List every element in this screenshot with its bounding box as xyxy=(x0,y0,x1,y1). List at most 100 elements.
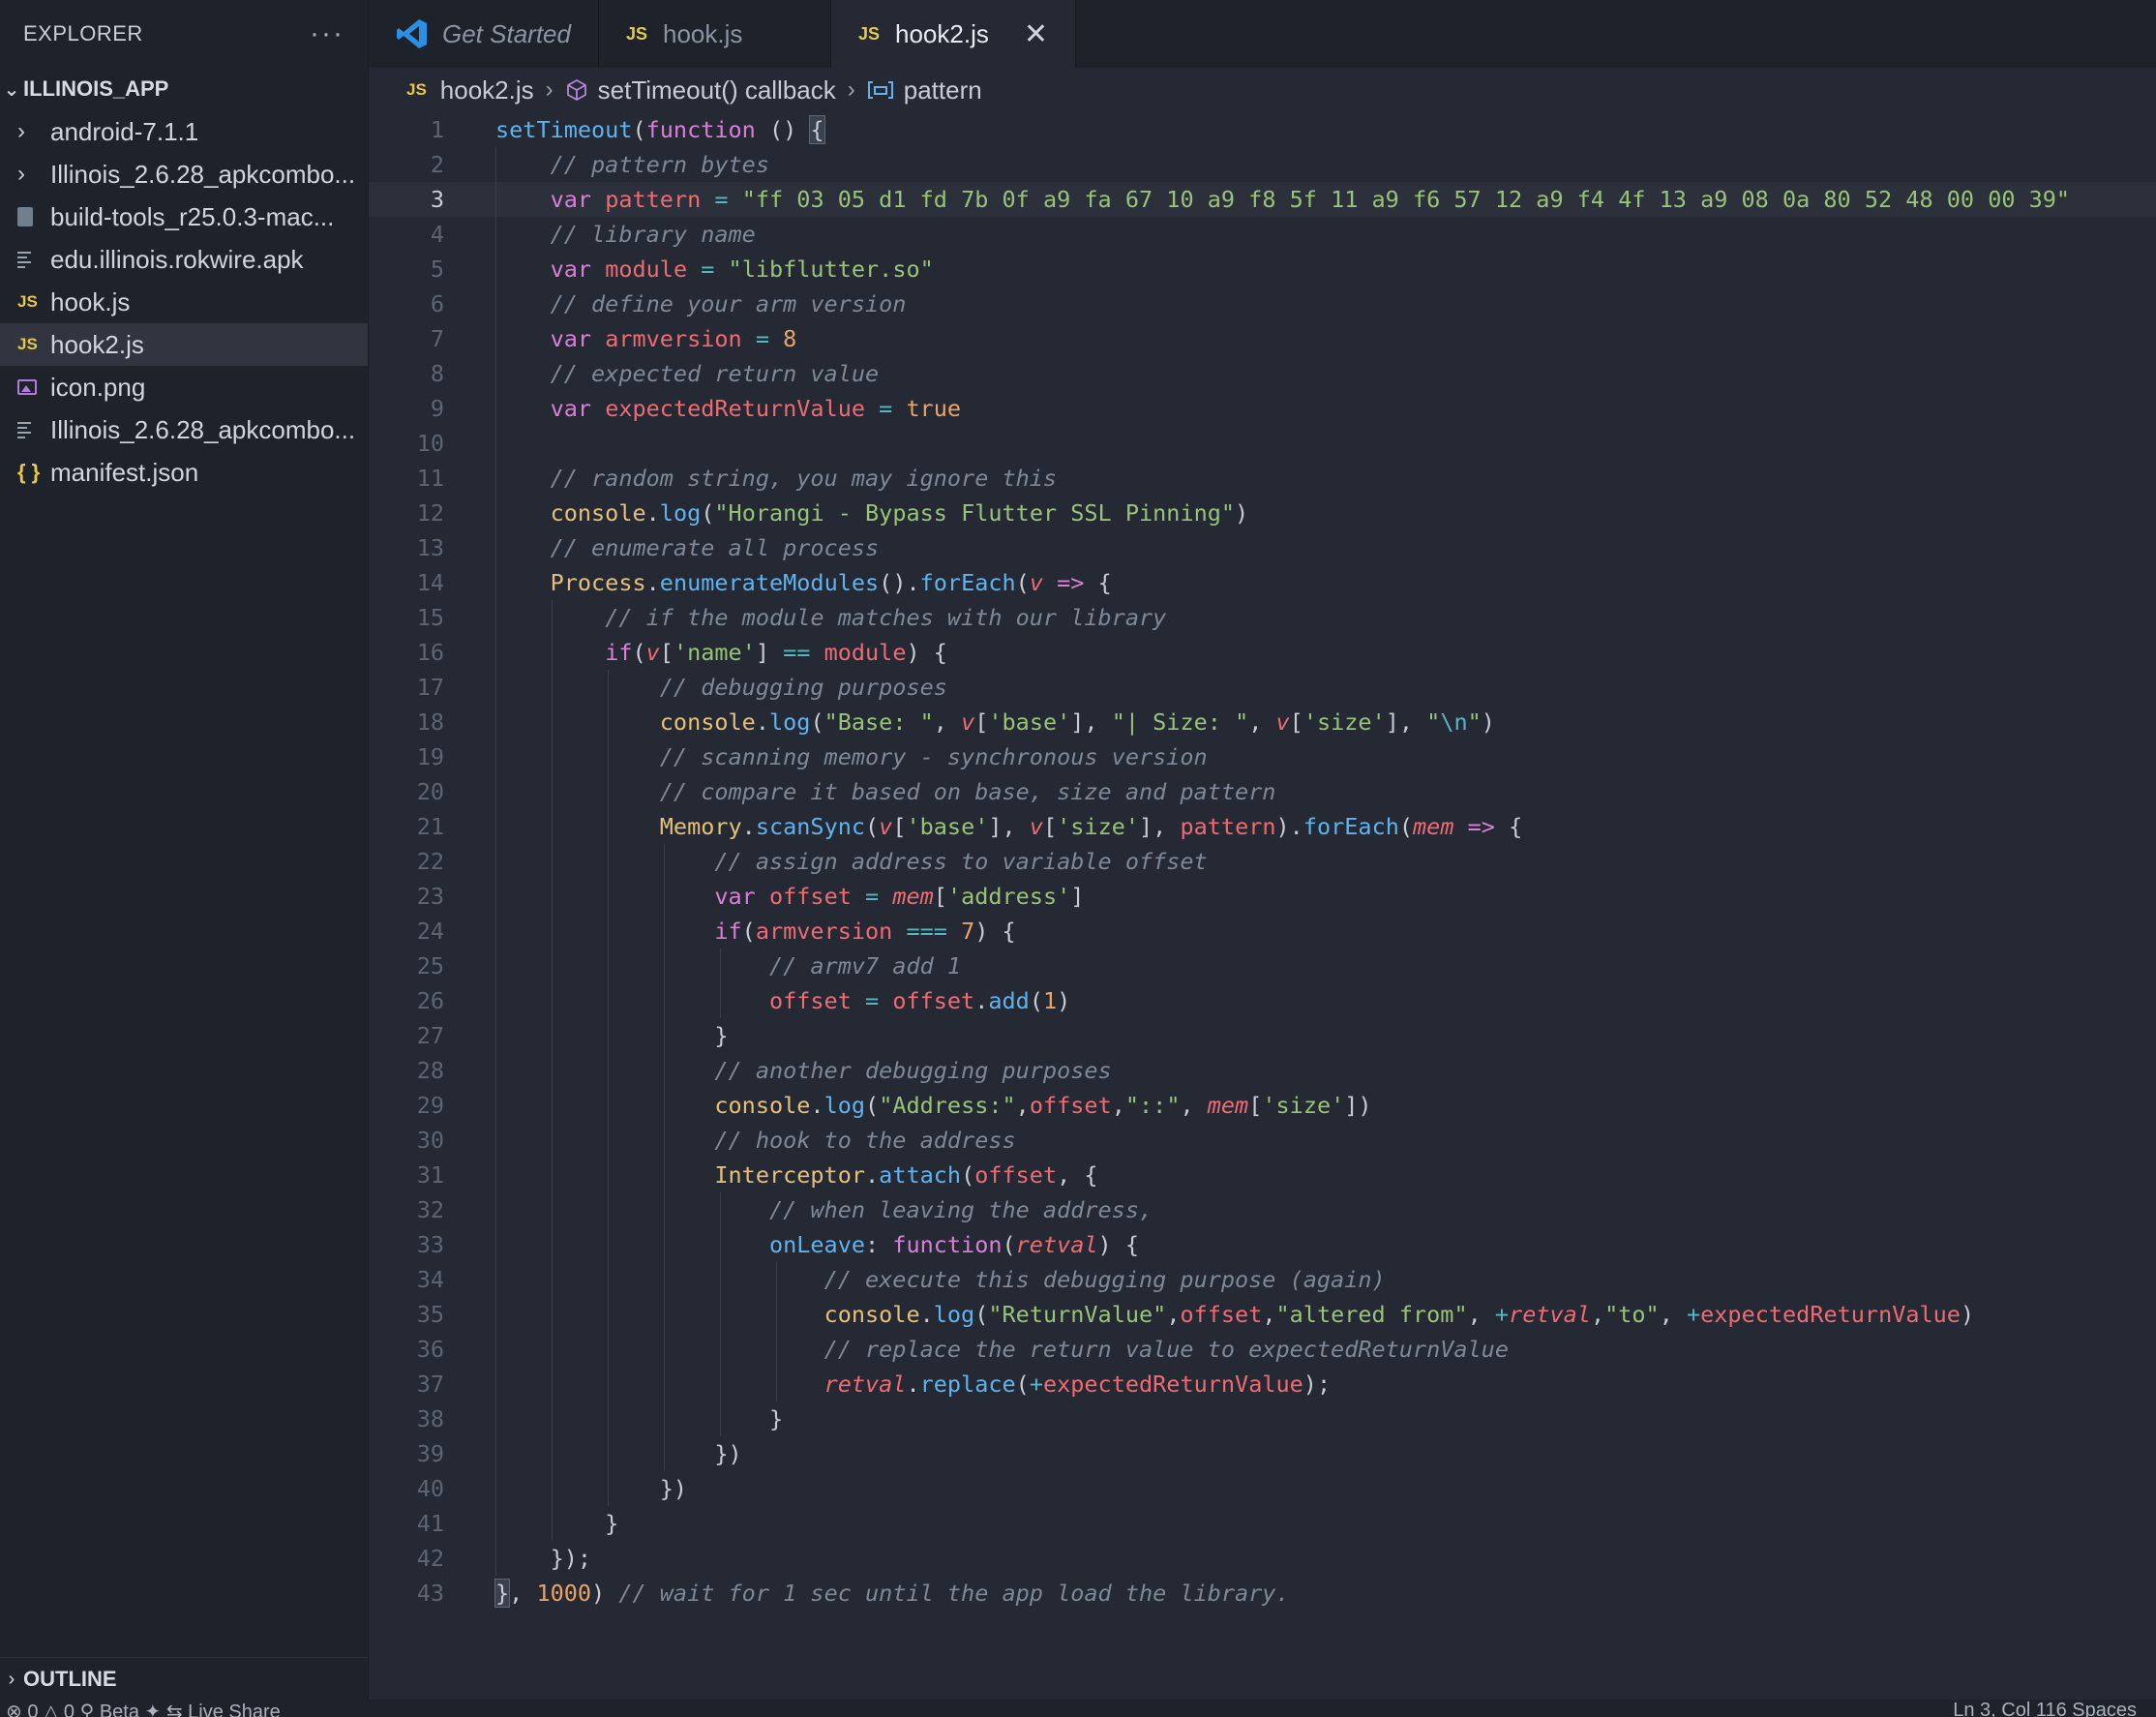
tree-item-hook-js[interactable]: JS hook.js xyxy=(0,281,368,323)
js-icon: JS xyxy=(857,23,880,44)
code-line: 8 // expected return value xyxy=(369,356,2156,391)
image-icon xyxy=(17,379,50,395)
cube-icon xyxy=(565,78,588,102)
code-line: 37 retval.replace(+expectedReturnValue); xyxy=(369,1367,2156,1401)
breadcrumb-symbol[interactable]: pattern xyxy=(904,75,982,105)
file-lines-icon xyxy=(17,251,50,268)
code-line: 4 // library name xyxy=(369,217,2156,252)
js-icon: JS xyxy=(625,23,647,44)
json-icon: { } xyxy=(17,460,41,484)
outline-title: OUTLINE xyxy=(23,1667,117,1691)
archive-icon xyxy=(17,207,50,226)
code-editor[interactable]: 1 setTimeout(function () { 2 // pattern b… xyxy=(369,112,2156,1656)
code-line: 31 Interceptor.attach(offset, { xyxy=(369,1158,2156,1192)
code-line: 22 // assign address to variable offset xyxy=(369,844,2156,879)
tree-item-android[interactable]: › android-7.1.1 xyxy=(0,110,368,153)
code-line: 30 // hook to the address xyxy=(369,1123,2156,1158)
code-line: 11 // random string, you may ignore this xyxy=(369,461,2156,496)
tree-item-illinois-folder[interactable]: › Illinois_2.6.28_apkcombo... xyxy=(0,153,368,196)
code-line: 33 onLeave: function(retval) { xyxy=(369,1227,2156,1262)
code-line: 35 console.log("ReturnValue",offset,"alt… xyxy=(369,1297,2156,1332)
vscode-logo-icon xyxy=(396,17,429,50)
tree-item-label: hook.js xyxy=(50,286,131,316)
tab-hook2-js[interactable]: JS hook2.js ✕ xyxy=(830,0,1076,68)
status-bar: ⊗ 0 △ 0 ⚲ Beta ✦ ⇆ Live Share Ln 3, Col … xyxy=(0,1700,2156,1717)
code-line: 29 console.log("Address:",offset,"::", m… xyxy=(369,1088,2156,1123)
tree-item-label: android-7.1.1 xyxy=(50,116,199,146)
code-line: 17 // debugging purposes xyxy=(369,670,2156,705)
tab-bar: Get Started JS hook.js JS hook2.js ✕ xyxy=(369,0,2156,68)
chevron-right-icon: › xyxy=(847,76,855,103)
tree-item-manifest[interactable]: { } manifest.json xyxy=(0,451,368,494)
outline-section[interactable]: › OUTLINE xyxy=(0,1657,368,1701)
code-line: 20 // compare it based on base, size and… xyxy=(369,774,2156,809)
code-line: 16 if(v['name'] == module) { xyxy=(369,635,2156,670)
code-line: 26 offset = offset.add(1) xyxy=(369,983,2156,1018)
code-line: 12 console.log("Horangi - Bypass Flutter… xyxy=(369,496,2156,530)
close-icon[interactable]: ✕ xyxy=(1024,17,1048,51)
code-line: 24 if(armversion === 7) { xyxy=(369,914,2156,949)
code-line: 36 // replace the return value to expect… xyxy=(369,1332,2156,1367)
code-line: 40 }) xyxy=(369,1471,2156,1506)
code-line: 2 // pattern bytes xyxy=(369,147,2156,182)
tree-item-icon-png[interactable]: icon.png xyxy=(0,366,368,408)
tree-item-hook2-js[interactable]: JS hook2.js xyxy=(0,323,368,366)
breadcrumb-symbol[interactable]: setTimeout() callback xyxy=(598,75,836,105)
chevron-right-icon: › xyxy=(8,1668,15,1690)
code-line: 38 } xyxy=(369,1401,2156,1436)
tab-get-started[interactable]: Get Started xyxy=(369,0,599,68)
file-lines-icon xyxy=(17,421,50,438)
tree-item-label: hook2.js xyxy=(50,329,144,359)
tree-item-illinois-file[interactable]: Illinois_2.6.28_apkcombo... xyxy=(0,408,368,451)
code-line: 27 } xyxy=(369,1018,2156,1053)
project-name: ILLINOIS_APP xyxy=(23,76,169,101)
tree-item-label: Illinois_2.6.28_apkcombo... xyxy=(50,414,356,444)
code-line: 23 var offset = mem['address'] xyxy=(369,879,2156,914)
code-line: 7 var armversion = 8 xyxy=(369,321,2156,356)
tree-item-label: icon.png xyxy=(50,372,146,402)
chevron-right-icon: › xyxy=(17,118,25,144)
tab-label: hook.js xyxy=(663,18,743,48)
tab-hook-js[interactable]: JS hook.js xyxy=(599,0,831,68)
code-line: 10 xyxy=(369,426,2156,461)
code-line: 6 // define your arm version xyxy=(369,286,2156,321)
code-line: 28 // another debugging purposes xyxy=(369,1053,2156,1088)
code-line: 39 }) xyxy=(369,1436,2156,1471)
code-line: 34 // execute this debugging purpose (ag… xyxy=(369,1262,2156,1297)
code-line: 5 var module = "libflutter.so" xyxy=(369,252,2156,286)
tree-item-build-tools[interactable]: build-tools_r25.0.3-mac... xyxy=(0,196,368,238)
code-line: 9 var expectedReturnValue = true xyxy=(369,391,2156,426)
code-line: 13 // enumerate all process xyxy=(369,530,2156,565)
js-icon: JS xyxy=(17,292,38,311)
code-line-current: 3 var pattern = "ff 03 05 d1 fd 7b 0f a9… xyxy=(369,182,2156,217)
status-right[interactable]: Ln 3, Col 116 Spaces xyxy=(1953,1700,2137,1717)
js-icon: JS xyxy=(17,335,38,353)
tree-item-apk[interactable]: edu.illinois.rokwire.apk xyxy=(0,238,368,281)
code-line: 42 }); xyxy=(369,1541,2156,1576)
status-left[interactable]: ⊗ 0 △ 0 ⚲ Beta ✦ ⇆ Live Share xyxy=(6,1700,281,1717)
project-folder[interactable]: ⌄ ILLINOIS_APP xyxy=(0,68,368,110)
code-line: 21 Memory.scanSync(v['base'], v['size'],… xyxy=(369,809,2156,844)
chevron-down-icon: ⌄ xyxy=(3,78,20,101)
tree-item-label: Illinois_2.6.28_apkcombo... xyxy=(50,159,356,189)
code-line: 25 // armv7 add 1 xyxy=(369,949,2156,983)
code-line: 32 // when leaving the address, xyxy=(369,1192,2156,1227)
explorer-sidebar: EXPLORER ··· ⌄ ILLINOIS_APP › android-7.… xyxy=(0,0,369,1717)
js-icon: JS xyxy=(406,80,427,99)
code-line: 14 Process.enumerateModules().forEach(v … xyxy=(369,565,2156,600)
explorer-title: EXPLORER xyxy=(23,21,143,45)
code-line: 18 console.log("Base: ", v['base'], "| S… xyxy=(369,705,2156,739)
breadcrumb-file[interactable]: hook2.js xyxy=(440,75,534,105)
code-line: 1 setTimeout(function () { xyxy=(430,115,825,144)
tree-item-label: manifest.json xyxy=(50,457,199,487)
code-line: 41 } xyxy=(369,1506,2156,1541)
tree-item-label: build-tools_r25.0.3-mac... xyxy=(50,201,335,231)
code-line: 43}, 1000) // wait for 1 sec until the a… xyxy=(416,1579,1290,1608)
explorer-header: EXPLORER ··· xyxy=(0,0,368,68)
more-actions-icon[interactable]: ··· xyxy=(310,17,344,50)
breadcrumb: JS hook2.js › setTimeout() callback › pa… xyxy=(406,68,982,112)
tab-label: hook2.js xyxy=(895,18,989,48)
chevron-right-icon: › xyxy=(17,161,25,187)
code-line: 15 // if the module matches with our lib… xyxy=(369,600,2156,635)
variable-icon xyxy=(867,80,894,100)
